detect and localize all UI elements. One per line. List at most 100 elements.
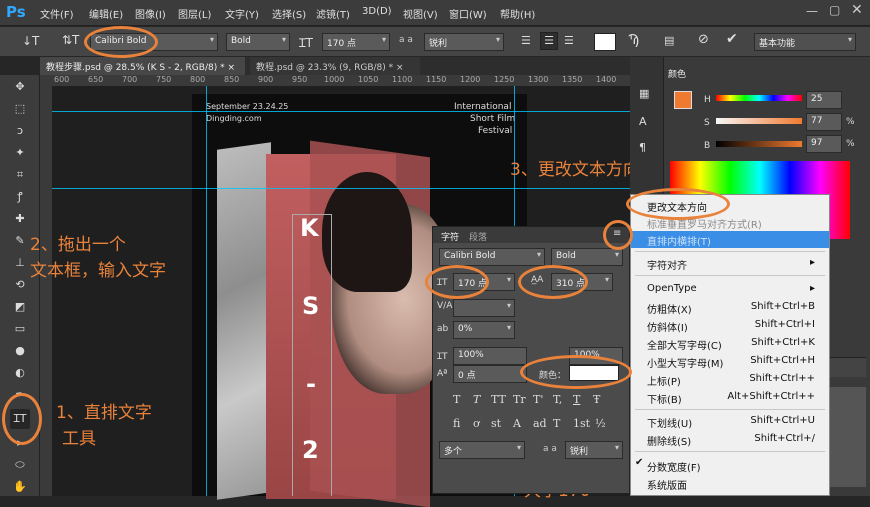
tab-paragraph[interactable]: 段落 — [469, 230, 487, 243]
underline-button[interactable]: T — [573, 393, 580, 406]
magic-wand-icon[interactable]: ✦ — [10, 143, 30, 163]
menu-type[interactable]: 文字(Y) — [225, 6, 259, 21]
stylistic-button[interactable]: st — [491, 417, 501, 430]
font-size-select[interactable]: 170 点 ▾ — [322, 33, 390, 51]
menu-file[interactable]: 文件(F) — [40, 6, 74, 21]
char-style-select[interactable]: Bold ▾ — [551, 248, 623, 266]
text-color-swatch[interactable] — [594, 33, 616, 51]
menu-layer[interactable]: 图层(L) — [178, 6, 211, 21]
healing-brush-icon[interactable]: ✚ — [10, 209, 30, 229]
text-bounding-box[interactable] — [292, 214, 332, 496]
close-icon[interactable]: ✕ — [851, 2, 863, 18]
s-input[interactable]: 77 — [806, 113, 842, 131]
menu-item-fractional-widths[interactable]: 分数宽度(F) — [631, 457, 829, 474]
char-tracking-select[interactable]: 0% ▾ — [453, 321, 515, 339]
ornament-button[interactable]: T — [553, 417, 560, 430]
vertical-type-tool-icon[interactable]: ↓T — [22, 34, 39, 48]
hue-slider[interactable] — [716, 95, 802, 101]
strikethrough-button[interactable]: Ŧ — [593, 393, 600, 406]
small-caps-button[interactable]: Tr — [513, 393, 526, 406]
minimize-icon[interactable]: — — [806, 4, 818, 18]
menu-item-faux-bold[interactable]: 仿粗体(X) Shift+Ctrl+B — [631, 299, 829, 316]
subscript-button[interactable]: T, — [553, 393, 562, 406]
gradient-tool-icon[interactable]: ▭ — [10, 319, 30, 339]
baseline-icon: Aª — [437, 369, 448, 379]
workspace-select[interactable]: 基本功能 ▾ — [754, 33, 856, 51]
ordinal-button[interactable]: 1st — [573, 417, 590, 430]
swash-button[interactable]: A — [513, 417, 521, 430]
align-center-icon[interactable]: ☰ — [540, 32, 558, 50]
font-style-select[interactable]: Bold ▾ — [226, 33, 290, 51]
ligature-button[interactable]: fi — [453, 417, 460, 430]
superscript-button[interactable]: T' — [533, 393, 543, 406]
hand-tool-icon[interactable]: ✋ — [10, 477, 30, 497]
character-panel-icon[interactable]: A — [639, 115, 647, 128]
dodge-tool-icon[interactable]: ◐ — [10, 363, 30, 383]
menu-image[interactable]: 图像(I) — [135, 6, 166, 21]
menu-view[interactable]: 视图(V) — [403, 6, 438, 21]
h-input[interactable]: 25 — [806, 91, 842, 109]
char-font-select[interactable]: Calibri Bold ▾ — [439, 248, 545, 266]
menu-item-strikethrough[interactable]: 删除线(S) Shift+Ctrl+/ — [631, 431, 829, 448]
menu-item-underline[interactable]: 下划线(U) Shift+Ctrl+U — [631, 413, 829, 430]
menu-filter[interactable]: 滤镜(T) — [316, 6, 350, 21]
menu-window[interactable]: 窗口(W) — [449, 6, 487, 21]
fraction-button[interactable]: ½ — [595, 417, 606, 430]
menu-item-faux-italic[interactable]: 仿斜体(I) Shift+Ctrl+I — [631, 317, 829, 334]
history-brush-icon[interactable]: ⟲ — [10, 275, 30, 295]
align-top-icon[interactable]: ☰ — [521, 34, 531, 47]
crop-tool-icon[interactable]: ⌗ — [10, 165, 30, 185]
faux-bold-button[interactable]: T — [453, 393, 460, 406]
antialias-select[interactable]: 锐利 ▾ — [424, 33, 504, 51]
marquee-tool-icon[interactable]: ⬚ — [10, 99, 30, 119]
eyedropper-icon[interactable]: ꝭ — [10, 187, 30, 207]
align-bottom-icon[interactable]: ☰ — [564, 34, 574, 47]
alt-ligature-button[interactable]: ơ — [473, 417, 480, 430]
clone-stamp-icon[interactable]: ⊥ — [10, 253, 30, 273]
shape-tool-icon[interactable]: ⬭ — [10, 455, 30, 475]
lasso-tool-icon[interactable]: ↄ — [10, 121, 30, 141]
menu-item-char-align[interactable]: 字符对齐 ▸ — [631, 255, 829, 272]
brightness-slider[interactable] — [716, 141, 802, 147]
menu-help[interactable]: 帮助(H) — [500, 6, 535, 21]
char-kerning-select[interactable]: ▾ — [453, 299, 515, 317]
titling-button[interactable]: ad — [533, 417, 547, 430]
tab-character[interactable]: 字符 — [441, 230, 459, 243]
app-logo: Ps — [6, 3, 26, 21]
panels-icon[interactable]: ▤ — [664, 34, 674, 47]
warp-text-icon[interactable]: Ϡ — [628, 33, 639, 48]
menu-item-all-caps[interactable]: 全部大写字母(C) Shift+Ctrl+K — [631, 335, 829, 352]
menu-item-small-caps[interactable]: 小型大写字母(M) Shift+Ctrl+H — [631, 353, 829, 370]
paragraph-panel-icon[interactable]: ¶ — [639, 141, 646, 154]
saturation-slider[interactable] — [716, 118, 802, 124]
menu-item-opentype[interactable]: OpenType ▸ — [631, 281, 829, 298]
all-caps-button[interactable]: TT — [491, 393, 506, 406]
cancel-icon[interactable]: ⊘ — [698, 32, 709, 47]
char-vscale-input[interactable]: 100% — [453, 347, 527, 365]
tab-inactive[interactable]: 教程.psd @ 23.3% (9, RGB/8) * × — [250, 57, 420, 75]
eraser-icon[interactable]: ◩ — [10, 297, 30, 317]
toggle-orientation-icon[interactable]: ⇅T — [62, 33, 79, 47]
menu-item-system-layout[interactable]: 系统版面 — [631, 475, 829, 492]
menu-item-tate-chu-yoko[interactable]: 直排内横排(T) — [631, 231, 829, 248]
menu-item-subscript[interactable]: 下标(B) Alt+Shift+Ctrl++ — [631, 389, 829, 406]
tab-active[interactable]: 教程步骤.psd @ 28.5% (K S - 2, RGB/8) * × — [40, 57, 245, 75]
language-select[interactable]: 多个 ▾ — [439, 441, 525, 459]
menu-select[interactable]: 选择(S) — [272, 6, 306, 21]
blur-tool-icon[interactable]: ● — [10, 341, 30, 361]
menu-edit[interactable]: 编辑(E) — [89, 6, 123, 21]
faux-italic-button[interactable]: T — [473, 393, 480, 406]
char-baseline-input[interactable]: 0 点 — [453, 365, 527, 383]
brush-tool-icon[interactable]: ✎ — [10, 231, 30, 251]
history-panel-icon[interactable]: ▦ — [639, 87, 649, 100]
foreground-color-swatch[interactable] — [674, 91, 692, 109]
commit-check-icon[interactable]: ✔ — [726, 31, 738, 47]
menu-3d[interactable]: 3D(D) — [362, 6, 392, 17]
restore-icon[interactable]: ▢ — [829, 3, 840, 17]
move-tool-icon[interactable]: ✥ — [10, 77, 30, 97]
b-input[interactable]: 97 — [806, 135, 842, 153]
close-tab-icon[interactable]: × — [396, 63, 404, 73]
close-tab-icon[interactable]: × — [227, 63, 235, 73]
menu-item-superscript[interactable]: 上标(P) Shift+Ctrl++ — [631, 371, 829, 388]
char-aa-select[interactable]: 锐利 ▾ — [565, 441, 623, 459]
